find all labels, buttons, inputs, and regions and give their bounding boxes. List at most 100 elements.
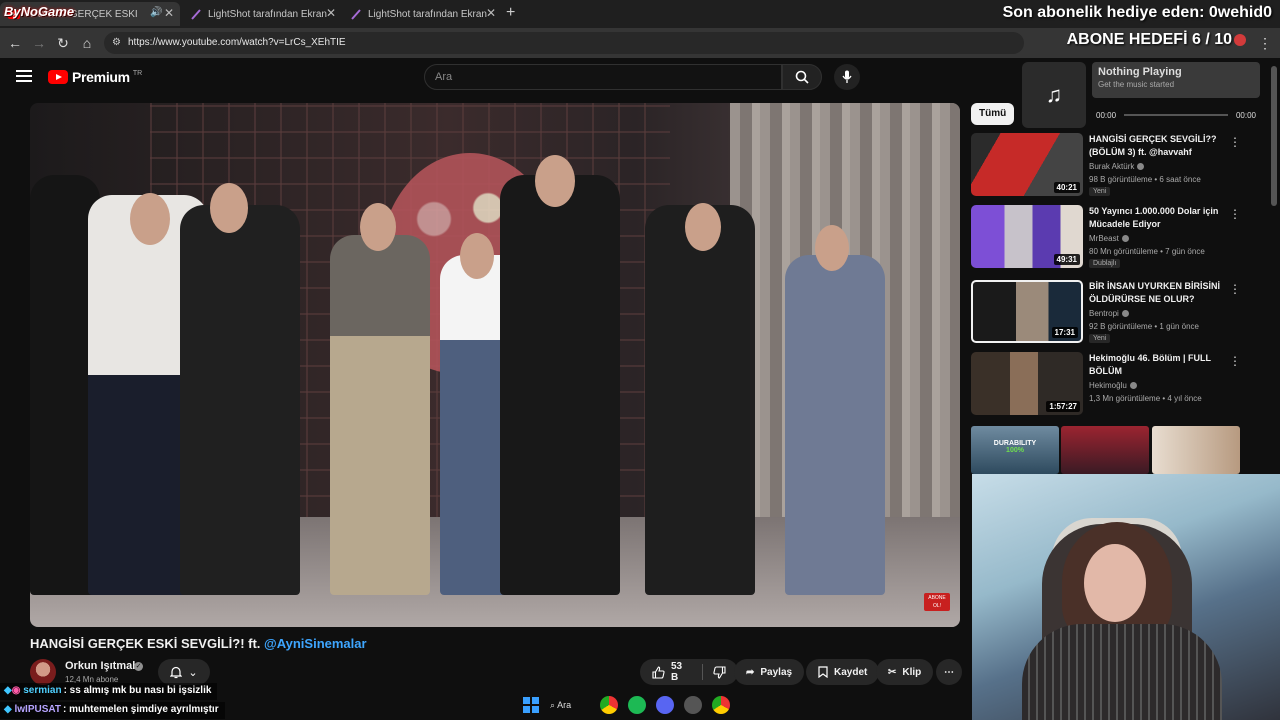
recommendation-item[interactable]: 40:21 HANGİSİ GERÇEK SEVGİLİ?? (BÖLÜM 3)… xyxy=(971,133,1251,199)
discord-icon[interactable] xyxy=(656,696,674,714)
webcam-feed xyxy=(972,474,1280,720)
recommendation-channel: Bentropi xyxy=(1089,309,1129,318)
forward-arrow-icon[interactable]: → xyxy=(30,34,48,52)
back-arrow-icon[interactable]: ← xyxy=(6,34,24,52)
music-subtitle: Get the music started xyxy=(1098,80,1175,89)
lightshot-feather-icon xyxy=(190,8,202,20)
tab-lightshot-1[interactable]: LightShot tarafından Ekran Gör ✕ xyxy=(182,2,342,26)
video-player[interactable]: ABONE OL! xyxy=(30,103,960,627)
chat-message: ◆◉ sermian: ss almış mk bu nası bi işsiz… xyxy=(0,683,218,700)
sidebar-scrollbar[interactable] xyxy=(1271,66,1277,206)
recommendation-views: 80 Mn görüntüleme • 7 gün önce xyxy=(1089,247,1205,256)
video-figure xyxy=(500,175,620,595)
chip-all[interactable]: Tümü xyxy=(971,103,1015,125)
channel-text: MrBeast xyxy=(1089,234,1119,243)
video-duration: 40:21 xyxy=(1053,182,1080,193)
channel-name[interactable]: Orkun Işıtmak xyxy=(65,660,138,672)
stream-brand-logo: ByNoGame xyxy=(4,4,75,19)
recommendation-tag: Yeni xyxy=(1089,187,1111,196)
music-time-start: 00:00 xyxy=(1096,110,1117,120)
taskbar-search[interactable]: ⌕ Ara xyxy=(550,700,590,711)
tab-title: LightShot tarafından Ekran Gör xyxy=(208,8,328,20)
recommendation-title[interactable]: HANGİSİ GERÇEK SEVGİLİ?? (BÖLÜM 3) ft. @… xyxy=(1089,133,1229,159)
spotify-icon[interactable] xyxy=(628,696,646,714)
stream-thumbnail xyxy=(1152,426,1240,474)
recommendation-thumbnail[interactable]: 17:31 xyxy=(971,280,1083,343)
search-button[interactable] xyxy=(782,64,822,90)
recommendation-thumbnail[interactable]: 1:57:27 xyxy=(971,352,1083,415)
save-button[interactable]: Kaydet xyxy=(806,659,880,685)
steam-icon[interactable] xyxy=(684,696,702,714)
hamburger-menu-icon[interactable] xyxy=(16,70,32,84)
video-figure xyxy=(645,205,755,595)
voice-search-button[interactable] xyxy=(834,64,860,90)
video-duration: 49:31 xyxy=(1053,254,1080,265)
like-count[interactable]: 53 B xyxy=(671,661,692,683)
music-title: Nothing Playing xyxy=(1098,66,1182,78)
tab-lightshot-2[interactable]: LightShot tarafından Ekran Gör ✕ xyxy=(342,2,502,26)
music-info: Nothing Playing Get the music started xyxy=(1092,62,1260,98)
video-figure xyxy=(330,235,430,595)
recommendation-menu-icon[interactable]: ⋮ xyxy=(1229,354,1241,368)
home-icon[interactable]: ⌂ xyxy=(78,34,96,52)
close-tab-icon[interactable]: ✕ xyxy=(486,6,496,20)
like-dislike-group: 53 B xyxy=(640,659,738,685)
recommendation-title[interactable]: Hekimoğlu 46. Bölüm | FULL BÖLÜM xyxy=(1089,352,1229,378)
channel-text: Bentropi xyxy=(1089,309,1119,318)
chrome-alt-icon[interactable] xyxy=(712,696,730,714)
chrome-icon[interactable] xyxy=(600,696,618,714)
site-info-icon[interactable]: ⚙ xyxy=(112,32,121,54)
recommendation-menu-icon[interactable]: ⋮ xyxy=(1229,282,1241,296)
thumbs-down-icon[interactable] xyxy=(713,665,726,679)
taskbar-search-label: Ara xyxy=(557,699,572,710)
logo-text: Premium xyxy=(72,69,130,85)
recommendation-menu-icon[interactable]: ⋮ xyxy=(1229,135,1241,149)
video-figure-head xyxy=(535,155,575,207)
recommendation-title[interactable]: 50 Yayıncı 1.000.000 Dolar için Mücadele… xyxy=(1089,205,1229,231)
chat-username: sermian xyxy=(23,685,62,696)
close-tab-icon[interactable]: ✕ xyxy=(164,6,174,20)
music-note-icon: ♫ xyxy=(1022,62,1086,128)
recommendation-menu-icon[interactable]: ⋮ xyxy=(1229,207,1241,221)
webcam-face xyxy=(1084,544,1146,622)
recommendation-item[interactable]: 17:31 BİR İNSAN UYURKEN BİRİSİNİ ÖLDÜRÜR… xyxy=(971,280,1251,346)
music-progress: 00:00 00:00 xyxy=(1092,106,1260,124)
browser-menu-kebab-icon[interactable]: ⋮ xyxy=(1256,34,1274,52)
music-widget: ♫ Nothing Playing Get the music started … xyxy=(1022,62,1260,128)
recommendation-item[interactable]: 49:31 50 Yayıncı 1.000.000 Dolar için Mü… xyxy=(971,205,1251,271)
recommendation-thumbnail[interactable]: 40:21 xyxy=(971,133,1083,196)
audio-playing-icon[interactable]: 🔊 xyxy=(150,7,162,18)
microphone-icon xyxy=(842,70,852,83)
more-actions-button[interactable]: ⋯ xyxy=(936,659,962,685)
verified-check-icon xyxy=(1129,382,1137,390)
channel-text: Burak Aktürk xyxy=(1089,162,1135,171)
share-arrow-icon: ➦ xyxy=(746,666,755,678)
url-field[interactable]: ⚙ https://www.youtube.com/watch?v=LrCs_X… xyxy=(104,32,1024,54)
music-progress-bar xyxy=(1124,114,1228,116)
reload-icon[interactable]: ↻ xyxy=(54,34,72,52)
video-figure-head xyxy=(815,225,849,271)
recommendation-title[interactable]: BİR İNSAN UYURKEN BİRİSİNİ ÖLDÜRÜRSE NE … xyxy=(1089,280,1229,306)
close-tab-icon[interactable]: ✕ xyxy=(326,6,336,20)
new-tab-icon[interactable]: + xyxy=(506,4,515,22)
clip-button[interactable]: ✂ Klip xyxy=(876,659,934,685)
sub-gift-overlay-text: Son abonelik hediye eden: 0wehid0 xyxy=(1002,4,1272,21)
youtube-premium-logo[interactable]: Premium TR xyxy=(48,69,142,85)
video-title-mention-link[interactable]: @AyniSinemalar xyxy=(264,636,367,651)
windows-start-icon[interactable] xyxy=(522,696,540,714)
thumbs-up-icon[interactable] xyxy=(652,665,665,679)
music-time-end: 00:00 xyxy=(1235,110,1256,120)
recommendation-channel: Hekimoğlu xyxy=(1089,381,1137,390)
chat-badge-icon: ◆ xyxy=(4,685,12,696)
more-horizontal-icon: ⋯ xyxy=(944,666,954,678)
subscribe-badge: ABONE OL! xyxy=(924,593,950,611)
notification-bell-button[interactable]: ⌄ xyxy=(158,659,210,685)
recommendation-thumbnail[interactable]: 49:31 xyxy=(971,205,1083,268)
stream-overlay-row: DURABILITY 100% xyxy=(971,426,1241,474)
share-button[interactable]: ➦ Paylaş xyxy=(734,659,805,685)
windows-taskbar: ⌕ Ara xyxy=(480,690,780,720)
search-input[interactable]: Ara xyxy=(424,64,782,90)
recommendation-item[interactable]: 1:57:27 Hekimoğlu 46. Bölüm | FULL BÖLÜM… xyxy=(971,352,1251,418)
channel-avatar[interactable] xyxy=(30,659,56,685)
chat-badge-icon: ◆ xyxy=(4,704,12,715)
